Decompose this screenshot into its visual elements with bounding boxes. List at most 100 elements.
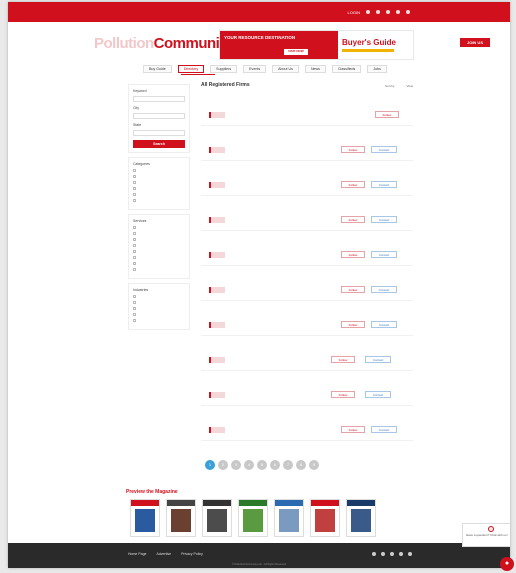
filter-checkbox[interactable]	[133, 175, 185, 178]
state-select[interactable]	[133, 130, 185, 136]
listing-row[interactable]: Follow Contact	[201, 174, 413, 196]
magazine-cover[interactable]	[238, 499, 268, 537]
chat-launcher-icon[interactable]: ●	[500, 557, 514, 571]
chat-popup[interactable]: Have a question? Chat with us!	[462, 523, 510, 547]
filter-checkbox[interactable]	[133, 181, 185, 184]
follow-button[interactable]: Follow	[341, 426, 365, 433]
magazine-cover[interactable]	[130, 499, 160, 537]
nav-item[interactable]: Jobs	[367, 65, 387, 73]
filter-checkbox[interactable]	[133, 238, 185, 241]
contact-button[interactable]: Contact	[371, 216, 397, 223]
listing-row[interactable]: Follow Contact	[201, 209, 413, 231]
filter-checkbox[interactable]	[133, 250, 185, 253]
facebook-icon[interactable]	[372, 552, 376, 556]
nav-item[interactable]: Buy Guide	[143, 65, 172, 73]
magazine-cover[interactable]	[166, 499, 196, 537]
listing-row[interactable]: Follow Contact	[201, 244, 413, 266]
filter-checkbox[interactable]	[133, 319, 185, 322]
company-logo	[209, 217, 225, 223]
follow-button[interactable]: Follow	[341, 181, 365, 188]
page-button[interactable]: 5	[257, 460, 267, 470]
listing-row[interactable]: Follow Contact	[201, 279, 413, 301]
listing-row[interactable]: Follow Contact	[201, 139, 413, 161]
filter-checkbox[interactable]	[133, 193, 185, 196]
filter-checkbox[interactable]	[133, 307, 185, 310]
nav-item[interactable]: Events	[243, 65, 267, 73]
keyword-input[interactable]	[133, 96, 185, 102]
follow-button[interactable]: Follow	[341, 146, 365, 153]
join-button[interactable]: JOIN US	[460, 38, 490, 47]
nav-item[interactable]: About Us	[272, 65, 299, 73]
contact-button[interactable]: Contact	[371, 321, 397, 328]
filter-checkbox[interactable]	[133, 187, 185, 190]
magazine-cover[interactable]	[274, 499, 304, 537]
magazine-cover[interactable]	[346, 499, 376, 537]
linkedin-icon[interactable]	[386, 10, 390, 14]
page-button[interactable]: 4	[244, 460, 254, 470]
company-logo	[209, 357, 225, 363]
page-button[interactable]: 6	[270, 460, 280, 470]
email-icon[interactable]	[408, 552, 412, 556]
filter-checkbox[interactable]	[133, 262, 185, 265]
footer-link[interactable]: Home Page	[128, 552, 146, 556]
page-button[interactable]: 3	[231, 460, 241, 470]
follow-button[interactable]: Follow	[341, 251, 365, 258]
filter-checkbox[interactable]	[133, 199, 185, 202]
filter-checkbox[interactable]	[133, 268, 185, 271]
filter-checkbox[interactable]	[133, 295, 185, 298]
contact-button[interactable]: Contact	[371, 286, 397, 293]
page-button[interactable]: 7	[283, 460, 293, 470]
listing-row[interactable]: Follow Contact	[201, 419, 413, 441]
ad-visit-button[interactable]: VISIT NOW	[284, 49, 308, 55]
nav-active-underline	[181, 74, 215, 75]
page-button[interactable]: 8	[296, 460, 306, 470]
sort-by-control[interactable]: Sort by	[385, 84, 395, 88]
contact-button[interactable]: Contact	[365, 356, 391, 363]
search-button[interactable]: Search	[133, 140, 185, 148]
listing-row[interactable]: Follow Contact	[201, 384, 413, 406]
twitter-icon[interactable]	[376, 10, 380, 14]
nav-item[interactable]: Suppliers	[210, 65, 238, 73]
linkedin-icon[interactable]	[390, 552, 394, 556]
email-icon[interactable]	[406, 10, 410, 14]
contact-button[interactable]: Contact	[371, 181, 397, 188]
footer-link[interactable]: Privacy Policy	[181, 552, 203, 556]
filter-checkbox[interactable]	[133, 256, 185, 259]
contact-button[interactable]: Contact	[365, 391, 391, 398]
nav-item[interactable]: Classifieds	[331, 65, 362, 73]
banner-ad[interactable]: YOUR RESOURCE DESTINATION VISIT NOW Buye…	[219, 30, 414, 60]
filter-checkbox[interactable]	[133, 301, 185, 304]
facebook-icon[interactable]	[366, 10, 370, 14]
page-button[interactable]: 2	[218, 460, 228, 470]
filter-checkbox[interactable]	[133, 232, 185, 235]
login-link[interactable]: LOGIN	[348, 10, 360, 15]
filter-checkbox[interactable]	[133, 169, 185, 172]
view-control[interactable]: View	[407, 84, 413, 88]
filter-checkbox[interactable]	[133, 313, 185, 316]
follow-button[interactable]: Follow	[375, 111, 399, 118]
follow-button[interactable]: Follow	[341, 216, 365, 223]
follow-button[interactable]: Follow	[341, 286, 365, 293]
page-button[interactable]: 9	[309, 460, 319, 470]
contact-button[interactable]: Contact	[371, 146, 397, 153]
magazine-cover[interactable]	[202, 499, 232, 537]
youtube-icon[interactable]	[399, 552, 403, 556]
listing-row[interactable]: Follow Contact	[201, 349, 413, 371]
filter-checkbox[interactable]	[133, 226, 185, 229]
contact-button[interactable]: Contact	[371, 426, 397, 433]
page-button[interactable]: 1	[205, 460, 215, 470]
follow-button[interactable]: Follow	[341, 321, 365, 328]
magazine-cover[interactable]	[310, 499, 340, 537]
nav-item[interactable]: News	[304, 65, 326, 73]
nav-item-active[interactable]: Directory	[177, 65, 205, 73]
contact-button[interactable]: Contact	[371, 251, 397, 258]
follow-button[interactable]: Follow	[331, 391, 355, 398]
footer-link[interactable]: Advertise	[156, 552, 171, 556]
follow-button[interactable]: Follow	[331, 356, 355, 363]
twitter-icon[interactable]	[381, 552, 385, 556]
listing-row[interactable]: Follow Contact	[201, 314, 413, 336]
filter-checkbox[interactable]	[133, 244, 185, 247]
listing-row[interactable]: Follow	[201, 104, 413, 126]
city-select[interactable]	[133, 113, 185, 119]
youtube-icon[interactable]	[396, 10, 400, 14]
